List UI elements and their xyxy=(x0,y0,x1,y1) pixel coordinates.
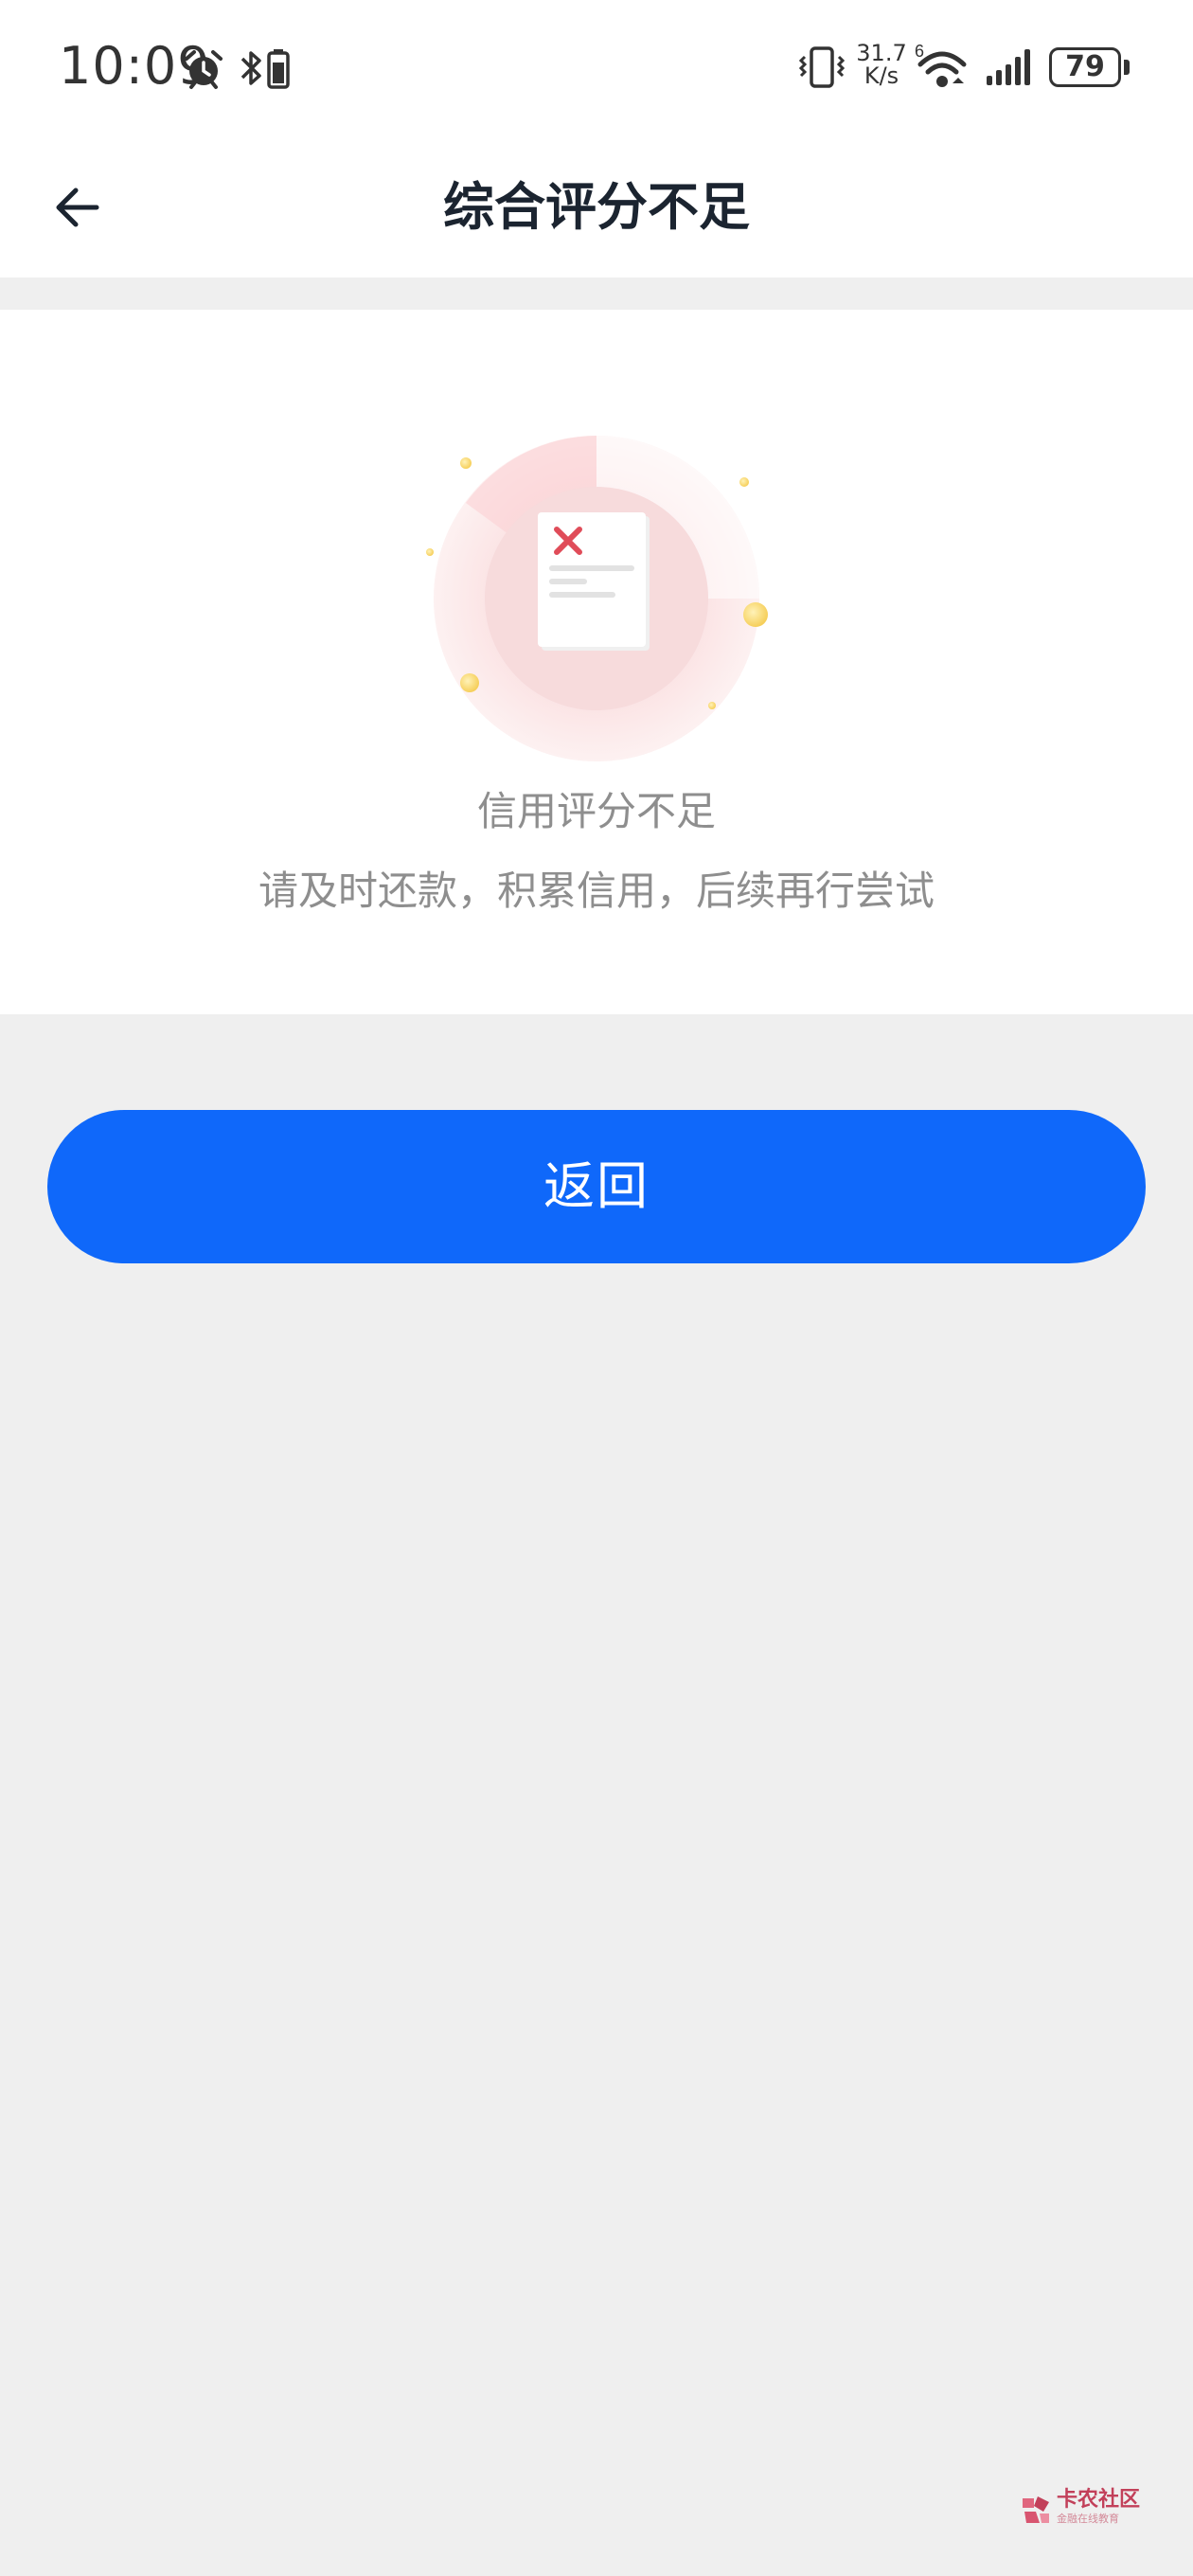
nav-bar: 综合评分不足 xyxy=(0,137,1193,277)
watermark-subtext: 金融在线教育 xyxy=(1057,2513,1119,2525)
page-title: 综合评分不足 xyxy=(443,177,750,237)
status-bar: 10:09 31.7 K/s 6 79 xyxy=(0,0,1193,137)
net-speed-unit: K/s xyxy=(864,63,899,89)
wifi-icon: 6 xyxy=(915,42,967,87)
rejected-document-icon xyxy=(426,436,768,761)
return-button[interactable]: 返回 xyxy=(47,1110,1146,1263)
net-speed: 31.7 K/s xyxy=(852,42,911,87)
battery-tip xyxy=(1124,60,1130,75)
bluetooth-icon xyxy=(240,49,290,89)
wifi-badge: 6 xyxy=(915,42,924,61)
alarm-icon xyxy=(185,50,223,89)
vibrate-icon xyxy=(798,46,846,88)
signal-icon xyxy=(987,49,1030,85)
watermark-text: 卡农社区 xyxy=(1057,2488,1141,2512)
result-card: 信用评分不足 请及时还款，积累信用，后续再行尝试 xyxy=(0,310,1193,1014)
watermark-logo-icon xyxy=(1023,2496,1049,2523)
watermark: 卡农社区 金融在线教育 xyxy=(1019,2487,1161,2532)
battery-level: 79 xyxy=(1065,50,1105,83)
net-speed-value: 31.7 xyxy=(856,40,907,66)
battery-icon: 79 xyxy=(1049,47,1121,87)
result-title: 信用评分不足 xyxy=(476,788,716,834)
result-description: 请及时还款，积累信用，后续再行尝试 xyxy=(258,868,935,914)
